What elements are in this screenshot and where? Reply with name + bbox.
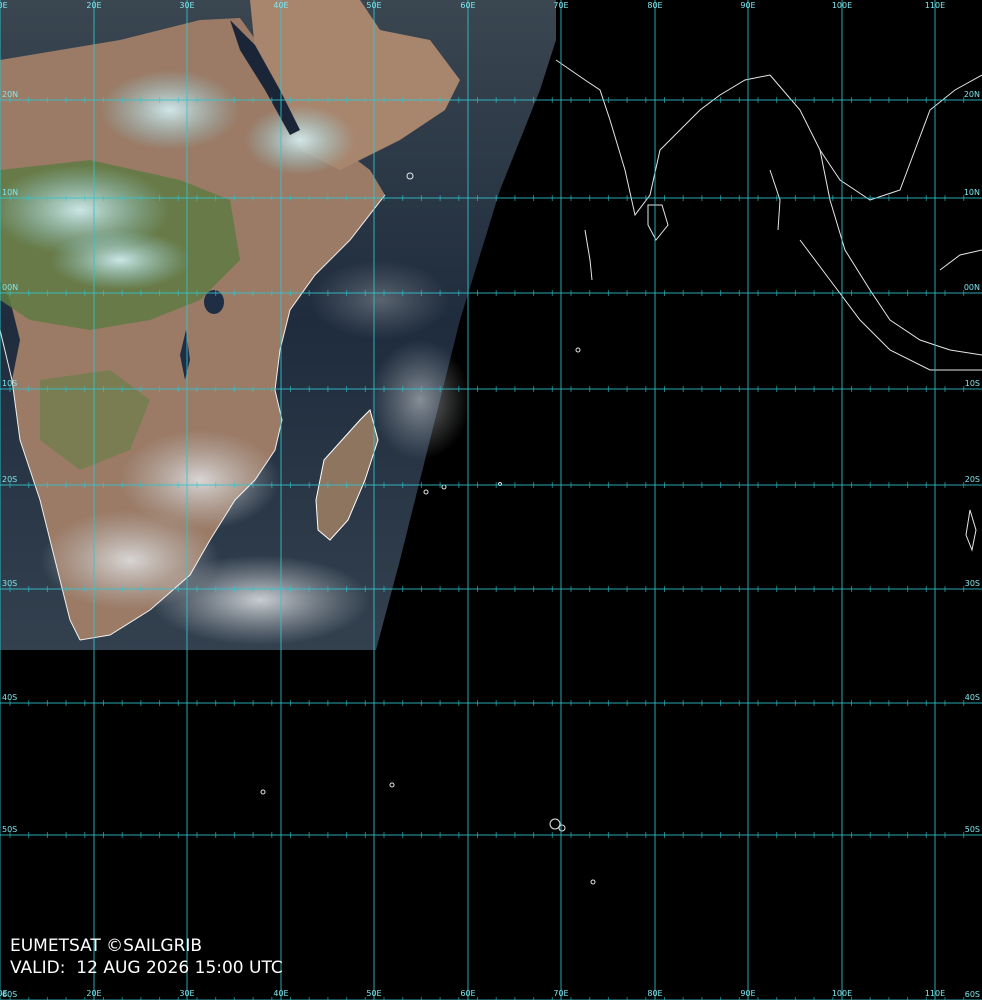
longitude-label: 70E xyxy=(553,989,568,998)
longitude-label: 90E xyxy=(740,1,755,10)
longitude-label: 20E xyxy=(86,989,101,998)
satellite-map: 10E10E20E20E30E30E40E40E50E50E60E60E70E7… xyxy=(0,0,982,1000)
latitude-label: 10N xyxy=(964,188,980,197)
longitude-label: 110E xyxy=(925,1,945,10)
latitude-label: 20N xyxy=(964,90,980,99)
latitude-label: 00N xyxy=(964,283,980,292)
longitude-label: 100E xyxy=(832,989,852,998)
longitude-label: 80E xyxy=(647,1,662,10)
longitude-label: 80E xyxy=(647,989,662,998)
longitude-label: 60E xyxy=(460,989,475,998)
longitude-label: 20E xyxy=(86,1,101,10)
longitude-label: 90E xyxy=(740,989,755,998)
longitude-label: 50E xyxy=(366,989,381,998)
longitude-label: 50E xyxy=(366,1,381,10)
longitude-label: 10E xyxy=(0,1,8,10)
longitude-label: 110E xyxy=(925,989,945,998)
longitude-label: 100E xyxy=(832,1,852,10)
latitude-label: 20S xyxy=(965,475,980,484)
lat-lon-grid: 10E10E20E20E30E30E40E40E50E50E60E60E70E7… xyxy=(0,0,982,1000)
credit-label: EUMETSAT ©SAILGRIB xyxy=(10,936,203,956)
valid-time-label: VALID: 12 AUG 2026 15:00 UTC xyxy=(10,958,283,978)
latitude-label: 40S xyxy=(965,693,980,702)
longitude-label: 30E xyxy=(179,1,194,10)
longitude-label: 70E xyxy=(553,1,568,10)
latitude-label: 60S xyxy=(965,990,980,999)
longitude-label: 60E xyxy=(460,1,475,10)
latitude-label: 30S xyxy=(965,579,980,588)
longitude-label: 30E xyxy=(179,989,194,998)
longitude-label: 40E xyxy=(273,1,288,10)
latitude-label: 50S xyxy=(965,825,980,834)
latitude-label: 10S xyxy=(965,379,980,388)
longitude-label: 40E xyxy=(273,989,288,998)
